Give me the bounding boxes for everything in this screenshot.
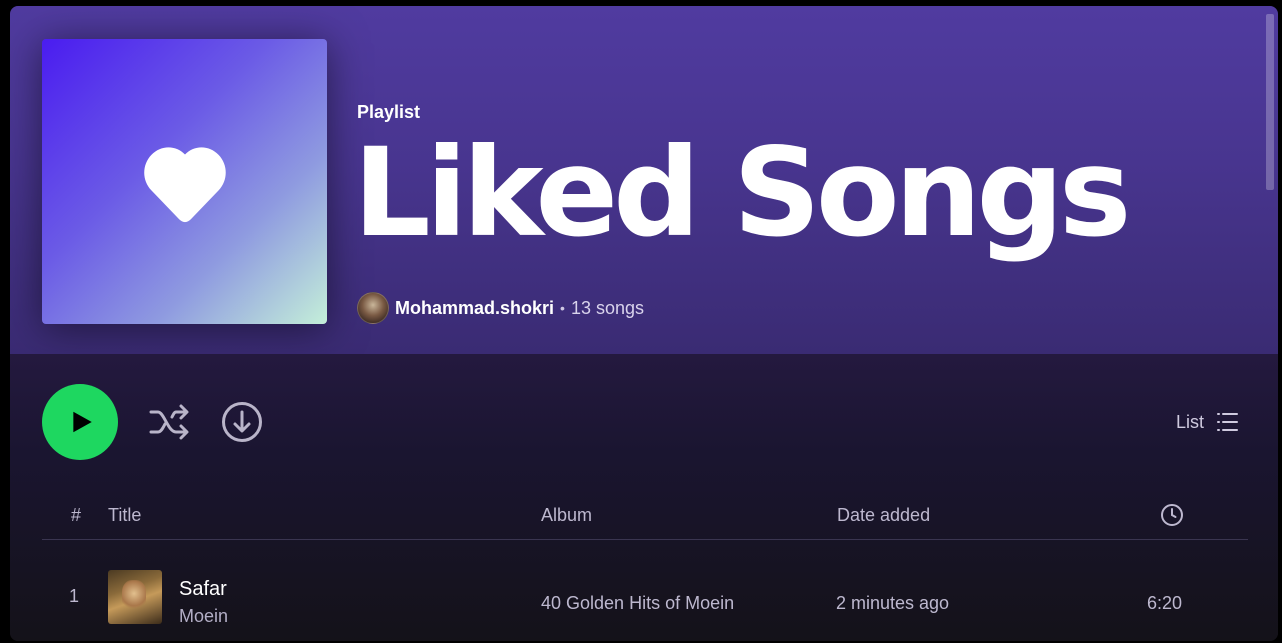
heart-icon: [143, 146, 226, 222]
view-label: List: [1175, 411, 1204, 432]
playlist-cover[interactable]: [42, 39, 327, 324]
track-duration: 6:20: [1147, 593, 1183, 613]
album-art: [108, 570, 162, 624]
track-title[interactable]: Safar: [179, 578, 227, 601]
track-number: 1: [69, 586, 80, 606]
track-album[interactable]: 40 Golden Hits of Moein: [541, 593, 734, 614]
play-button[interactable]: [42, 384, 118, 460]
owner-link[interactable]: Mohammad.shokri: [395, 298, 554, 319]
song-count: 13 songs: [570, 297, 644, 318]
clock-icon: [1161, 504, 1183, 526]
column-title[interactable]: Title: [108, 505, 141, 526]
track-date-added: 2 minutes ago: [836, 593, 950, 613]
download-button[interactable]: [221, 401, 263, 443]
page-title[interactable]: Liked Songs: [353, 132, 1131, 254]
column-duration[interactable]: [1160, 503, 1184, 532]
avatar[interactable]: [357, 292, 389, 324]
playlist-view: Playlist Liked Songs Mohammad.shokri • 1…: [10, 6, 1278, 641]
shuffle-button[interactable]: [148, 402, 192, 442]
meta-separator: •: [560, 300, 565, 316]
playlist-kind-label: Playlist: [357, 102, 421, 122]
column-number: #: [71, 505, 82, 525]
column-album[interactable]: Album: [541, 505, 592, 526]
view-toggle[interactable]: List: [1176, 410, 1238, 434]
playlist-meta: Mohammad.shokri • 13 songs: [357, 292, 644, 324]
tracklist-header: # Title Album Date added: [42, 500, 1248, 540]
column-date-added[interactable]: Date added: [837, 505, 930, 526]
table-row[interactable]: 1 Safar Moein 40 Golden Hits of Moein 2 …: [42, 566, 1248, 626]
playlist-header: Playlist Liked Songs Mohammad.shokri • 1…: [10, 6, 1278, 354]
download-icon: [222, 402, 262, 442]
scrollbar-thumb[interactable]: [1266, 14, 1274, 190]
shuffle-icon: [149, 404, 189, 440]
track-artist[interactable]: Moein: [179, 606, 228, 627]
play-icon: [73, 411, 92, 433]
list-icon: [1217, 413, 1238, 431]
